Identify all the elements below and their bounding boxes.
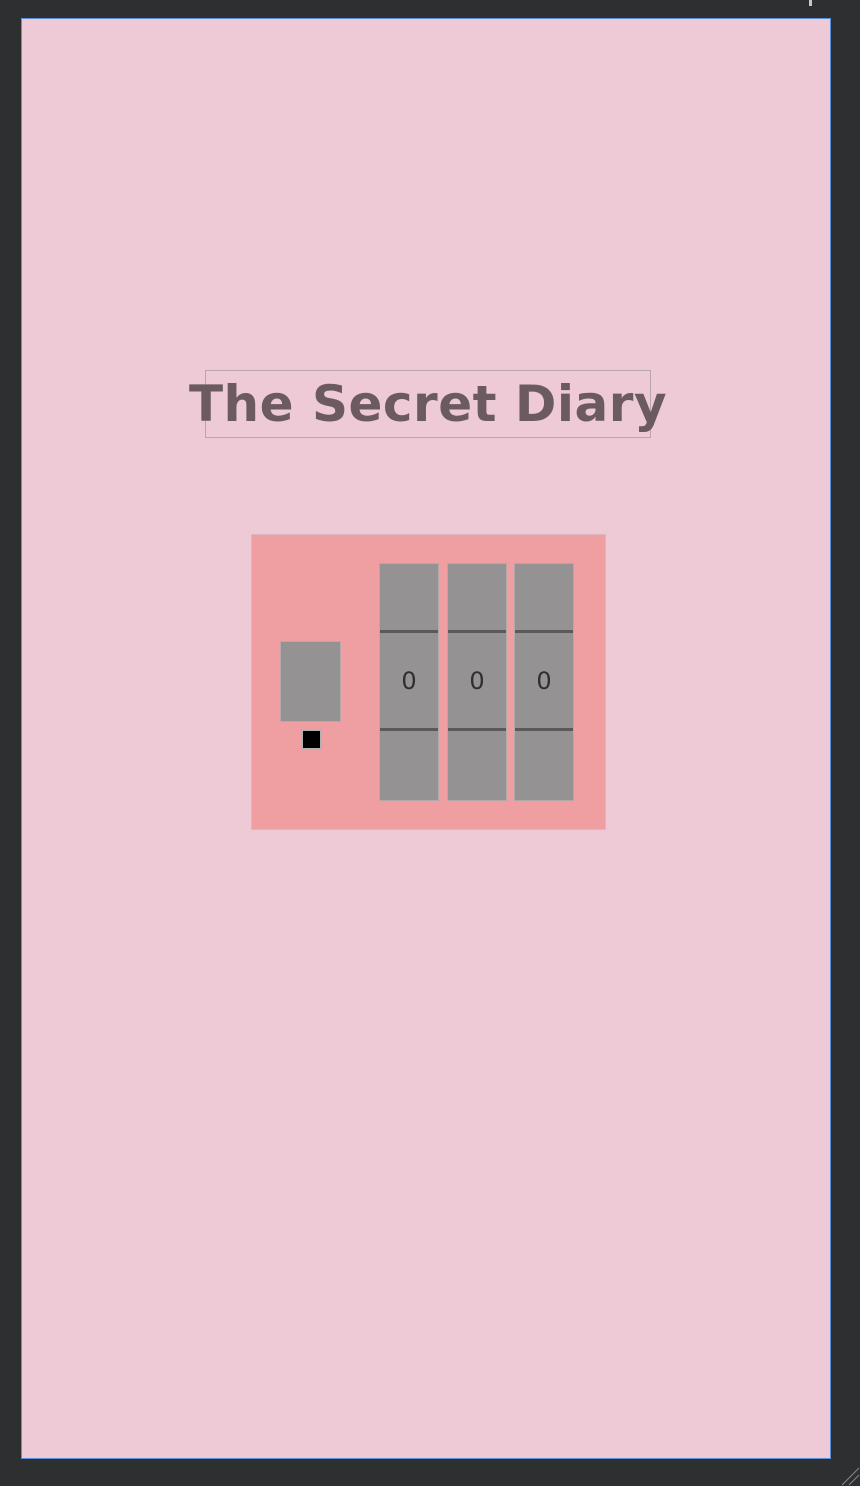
title-container: The Secret Diary bbox=[189, 370, 667, 438]
device-screen: The Secret Diary 0 0 0 bbox=[21, 18, 831, 1459]
picker-divider-top bbox=[448, 630, 506, 633]
picker-divider-top bbox=[380, 630, 438, 633]
window-corner-marker bbox=[809, 0, 812, 6]
number-picker-3[interactable]: 0 bbox=[514, 563, 574, 801]
picker-value: 0 bbox=[536, 667, 552, 695]
change-password-button[interactable] bbox=[301, 729, 322, 750]
picker-value: 0 bbox=[469, 667, 485, 695]
app-title: The Secret Diary bbox=[188, 375, 668, 433]
number-picker-1[interactable]: 0 bbox=[379, 563, 439, 801]
picker-divider-top bbox=[515, 630, 573, 633]
picker-divider-bottom bbox=[380, 728, 438, 731]
resize-grip-icon[interactable] bbox=[838, 1464, 860, 1486]
picker-divider-bottom bbox=[448, 728, 506, 731]
open-button[interactable] bbox=[280, 641, 341, 722]
picker-divider-bottom bbox=[515, 728, 573, 731]
number-lock-panel: 0 0 0 bbox=[251, 534, 606, 830]
number-picker-2[interactable]: 0 bbox=[447, 563, 507, 801]
picker-value: 0 bbox=[401, 667, 417, 695]
